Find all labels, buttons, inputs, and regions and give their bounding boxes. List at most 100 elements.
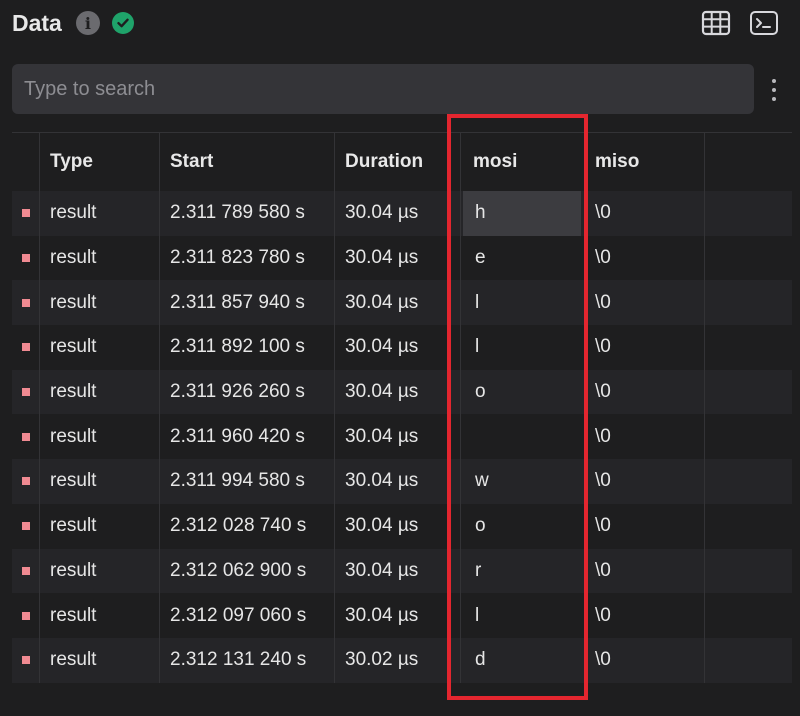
cell-miso: \0 [585, 459, 705, 504]
empty-column-header [705, 133, 792, 191]
cell-mosi-wrap: l [461, 593, 585, 638]
table-grid-icon[interactable] [700, 9, 732, 37]
row-marker-square [21, 432, 30, 441]
row-marker [12, 637, 40, 683]
cell-miso: \0 [585, 414, 705, 460]
cell-mosi[interactable]: l [463, 325, 581, 370]
row-marker [12, 459, 40, 504]
cell-duration: 30.04 µs [335, 593, 461, 638]
cell-miso: \0 [585, 637, 705, 683]
cell-mosi[interactable]: o [463, 504, 581, 549]
cell-mosi-wrap: h [461, 191, 585, 236]
cell-duration: 30.04 µs [335, 414, 461, 460]
cell-start: 2.311 789 580 s [160, 191, 335, 236]
table-row[interactable]: result 2.311 892 100 s 30.04 µs l \0 [12, 325, 792, 370]
terminal-icon[interactable] [748, 9, 780, 37]
row-marker-square [21, 343, 30, 352]
cell-mosi[interactable]: d [463, 638, 581, 683]
cell-type: result [40, 369, 160, 415]
column-header-start[interactable]: Start [160, 133, 335, 191]
cell-duration: 30.04 µs [335, 191, 461, 236]
cell-duration: 30.04 µs [335, 235, 461, 281]
cell-mosi[interactable]: l [463, 280, 581, 325]
cell-type: result [40, 280, 160, 326]
cell-mosi-wrap: o [461, 369, 585, 415]
marker-column-header [12, 133, 40, 191]
row-marker-square [21, 477, 30, 486]
cell-mosi[interactable]: e [463, 236, 581, 281]
search-input[interactable] [12, 64, 754, 114]
cell-mosi-wrap: l [461, 325, 585, 370]
cell-empty [705, 325, 792, 370]
cell-empty [705, 459, 792, 504]
cell-type: result [40, 459, 160, 504]
table-row[interactable]: result 2.312 028 740 s 30.04 µs o \0 [12, 503, 792, 549]
panel-header: Data i [12, 6, 134, 40]
cell-miso: \0 [585, 548, 705, 594]
column-header-miso[interactable]: miso [585, 133, 705, 191]
cell-mosi[interactable]: w [463, 459, 581, 504]
cell-empty [705, 414, 792, 459]
row-marker-square [21, 522, 30, 531]
cell-empty [705, 549, 792, 594]
row-marker [12, 593, 40, 638]
column-header-duration[interactable]: Duration [335, 133, 461, 191]
cell-type: result [40, 593, 160, 638]
cell-empty [705, 236, 792, 281]
cell-miso: \0 [585, 280, 705, 326]
cell-start: 2.311 926 260 s [160, 369, 335, 415]
cell-start: 2.312 131 240 s [160, 637, 335, 683]
column-header-mosi[interactable]: mosi [461, 133, 585, 191]
table-row[interactable]: result 2.312 131 240 s 30.02 µs d \0 [12, 637, 792, 683]
cell-start: 2.311 857 940 s [160, 280, 335, 326]
cell-miso: \0 [585, 503, 705, 549]
cell-miso: \0 [585, 191, 705, 236]
table-row[interactable]: result 2.311 823 780 s 30.04 µs e \0 [12, 235, 792, 281]
cell-mosi-wrap: d [461, 637, 585, 683]
row-marker [12, 503, 40, 549]
cell-duration: 30.04 µs [335, 325, 461, 370]
cell-miso: \0 [585, 235, 705, 281]
cell-mosi[interactable]: r [463, 549, 581, 594]
table-row[interactable]: result 2.312 097 060 s 30.04 µs l \0 [12, 593, 792, 638]
data-table: Type Start Duration mosi miso result 2.3… [12, 132, 792, 683]
more-options-icon[interactable] [766, 76, 782, 104]
cell-duration: 30.04 µs [335, 548, 461, 594]
column-header-type[interactable]: Type [40, 133, 160, 191]
table-header-row: Type Start Duration mosi miso [12, 133, 792, 191]
table-row[interactable]: result 2.311 789 580 s 30.04 µs h \0 [12, 191, 792, 236]
cell-type: result [40, 414, 160, 460]
cell-empty [705, 593, 792, 638]
check-circle-icon [111, 12, 134, 34]
info-icon[interactable]: i [75, 11, 100, 35]
cell-empty [705, 638, 792, 683]
cell-start: 2.311 823 780 s [160, 235, 335, 281]
cell-miso: \0 [585, 325, 705, 370]
row-marker [12, 414, 40, 460]
cell-start: 2.311 892 100 s [160, 325, 335, 370]
row-marker [12, 548, 40, 594]
cell-mosi[interactable] [463, 414, 581, 459]
row-marker-square [21, 611, 30, 620]
cell-mosi-wrap: l [461, 280, 585, 326]
cell-mosi-wrap: w [461, 459, 585, 504]
cell-type: result [40, 235, 160, 281]
cell-mosi[interactable]: o [463, 370, 581, 415]
table-row[interactable]: result 2.311 857 940 s 30.04 µs l \0 [12, 280, 792, 326]
cell-type: result [40, 503, 160, 549]
table-row[interactable]: result 2.311 994 580 s 30.04 µs w \0 [12, 459, 792, 504]
cell-empty [705, 504, 792, 549]
table-row[interactable]: result 2.311 926 260 s 30.04 µs o \0 [12, 369, 792, 415]
cell-start: 2.311 960 420 s [160, 414, 335, 460]
row-marker-square [21, 209, 30, 218]
cell-mosi[interactable]: l [463, 593, 581, 638]
cell-mosi[interactable]: h [463, 191, 581, 236]
table-row[interactable]: result 2.312 062 900 s 30.04 µs r \0 [12, 548, 792, 594]
cell-duration: 30.04 µs [335, 503, 461, 549]
view-toolbar [684, 9, 780, 37]
cell-type: result [40, 548, 160, 594]
table-row[interactable]: result 2.311 960 420 s 30.04 µs \0 [12, 414, 792, 460]
row-marker [12, 235, 40, 281]
panel-title: Data [12, 9, 62, 36]
cell-type: result [40, 637, 160, 683]
